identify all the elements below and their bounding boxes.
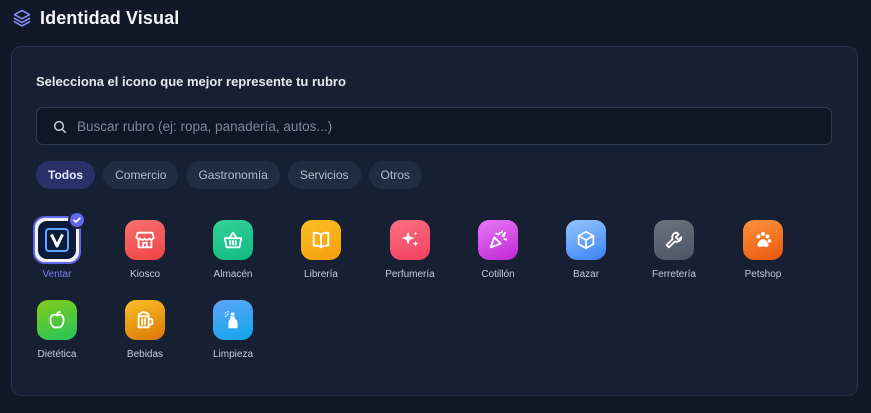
icon-option-cotillón[interactable]: Cotillón <box>455 217 541 287</box>
filter-chip-otros[interactable]: Otros <box>368 161 422 189</box>
icon-option-kiosco[interactable]: Kiosco <box>102 217 188 287</box>
icon-option-label: Limpieza <box>212 349 254 360</box>
section-title: Identidad Visual <box>40 7 180 28</box>
shopping-basket-icon <box>213 220 253 260</box>
filter-chip-servicios[interactable]: Servicios <box>287 161 361 189</box>
icon-option-label: Ventar <box>42 269 72 280</box>
icon-option-bazar[interactable]: Bazar <box>543 217 629 287</box>
category-filters: Todos Comercio Gastronomía Servicios Otros <box>36 161 422 189</box>
icon-option-ferretería[interactable]: Ferretería <box>631 217 717 287</box>
search-box <box>36 107 832 145</box>
package-box-icon <box>566 220 606 260</box>
icon-option-label: Almacén <box>213 269 253 280</box>
icon-option-label: Bazar <box>572 269 600 280</box>
filter-chip-comercio[interactable]: Comercio <box>103 161 179 189</box>
icon-option-label: Dietética <box>37 349 77 360</box>
icon-option-label: Cotillón <box>481 269 515 280</box>
icon-option-ventar[interactable]: Ventar <box>14 211 100 287</box>
icon-option-petshop[interactable]: Petshop <box>720 217 806 287</box>
section-header: Identidad Visual <box>12 6 179 30</box>
icon-option-bebidas[interactable]: Bebidas <box>102 297 188 367</box>
icon-option-label: Ferretería <box>652 269 696 280</box>
icon-option-librería[interactable]: Librería <box>278 217 364 287</box>
beer-mug-icon <box>125 300 165 340</box>
party-popper-icon <box>478 220 518 260</box>
icon-selector-card: Selecciona el icono que mejor represente… <box>11 46 858 396</box>
layers-icon <box>12 8 32 28</box>
icon-option-label: Bebidas <box>126 349 164 360</box>
search-input[interactable] <box>77 108 817 144</box>
icon-option-perfumería[interactable]: Perfumería <box>367 217 453 287</box>
icon-grid: Ventar Kiosco Almacén Librería Perfumería Cot… <box>33 211 836 367</box>
icon-option-label: Petshop <box>744 269 782 280</box>
icon-option-label: Perfumería <box>385 269 435 280</box>
selected-icon-frame <box>33 211 86 264</box>
spray-bottle-icon <box>213 300 253 340</box>
icon-option-almacén[interactable]: Almacén <box>190 217 276 287</box>
paw-print-icon <box>743 220 783 260</box>
filter-chip-todos[interactable]: Todos <box>36 161 96 189</box>
apple-icon <box>37 300 77 340</box>
search-icon <box>52 119 68 135</box>
sparkles-icon <box>390 220 430 260</box>
selector-prompt: Selecciona el icono que mejor represente… <box>36 74 346 89</box>
storefront-icon <box>125 220 165 260</box>
icon-option-label: Librería <box>304 269 338 280</box>
icon-option-label: Kiosco <box>129 269 160 280</box>
check-icon <box>68 211 86 229</box>
wrench-icon <box>654 220 694 260</box>
open-book-icon <box>301 220 341 260</box>
filter-chip-gastronomía[interactable]: Gastronomía <box>186 161 280 189</box>
icon-option-limpieza[interactable]: Limpieza <box>190 297 276 367</box>
icon-option-dietética[interactable]: Dietética <box>14 297 100 367</box>
